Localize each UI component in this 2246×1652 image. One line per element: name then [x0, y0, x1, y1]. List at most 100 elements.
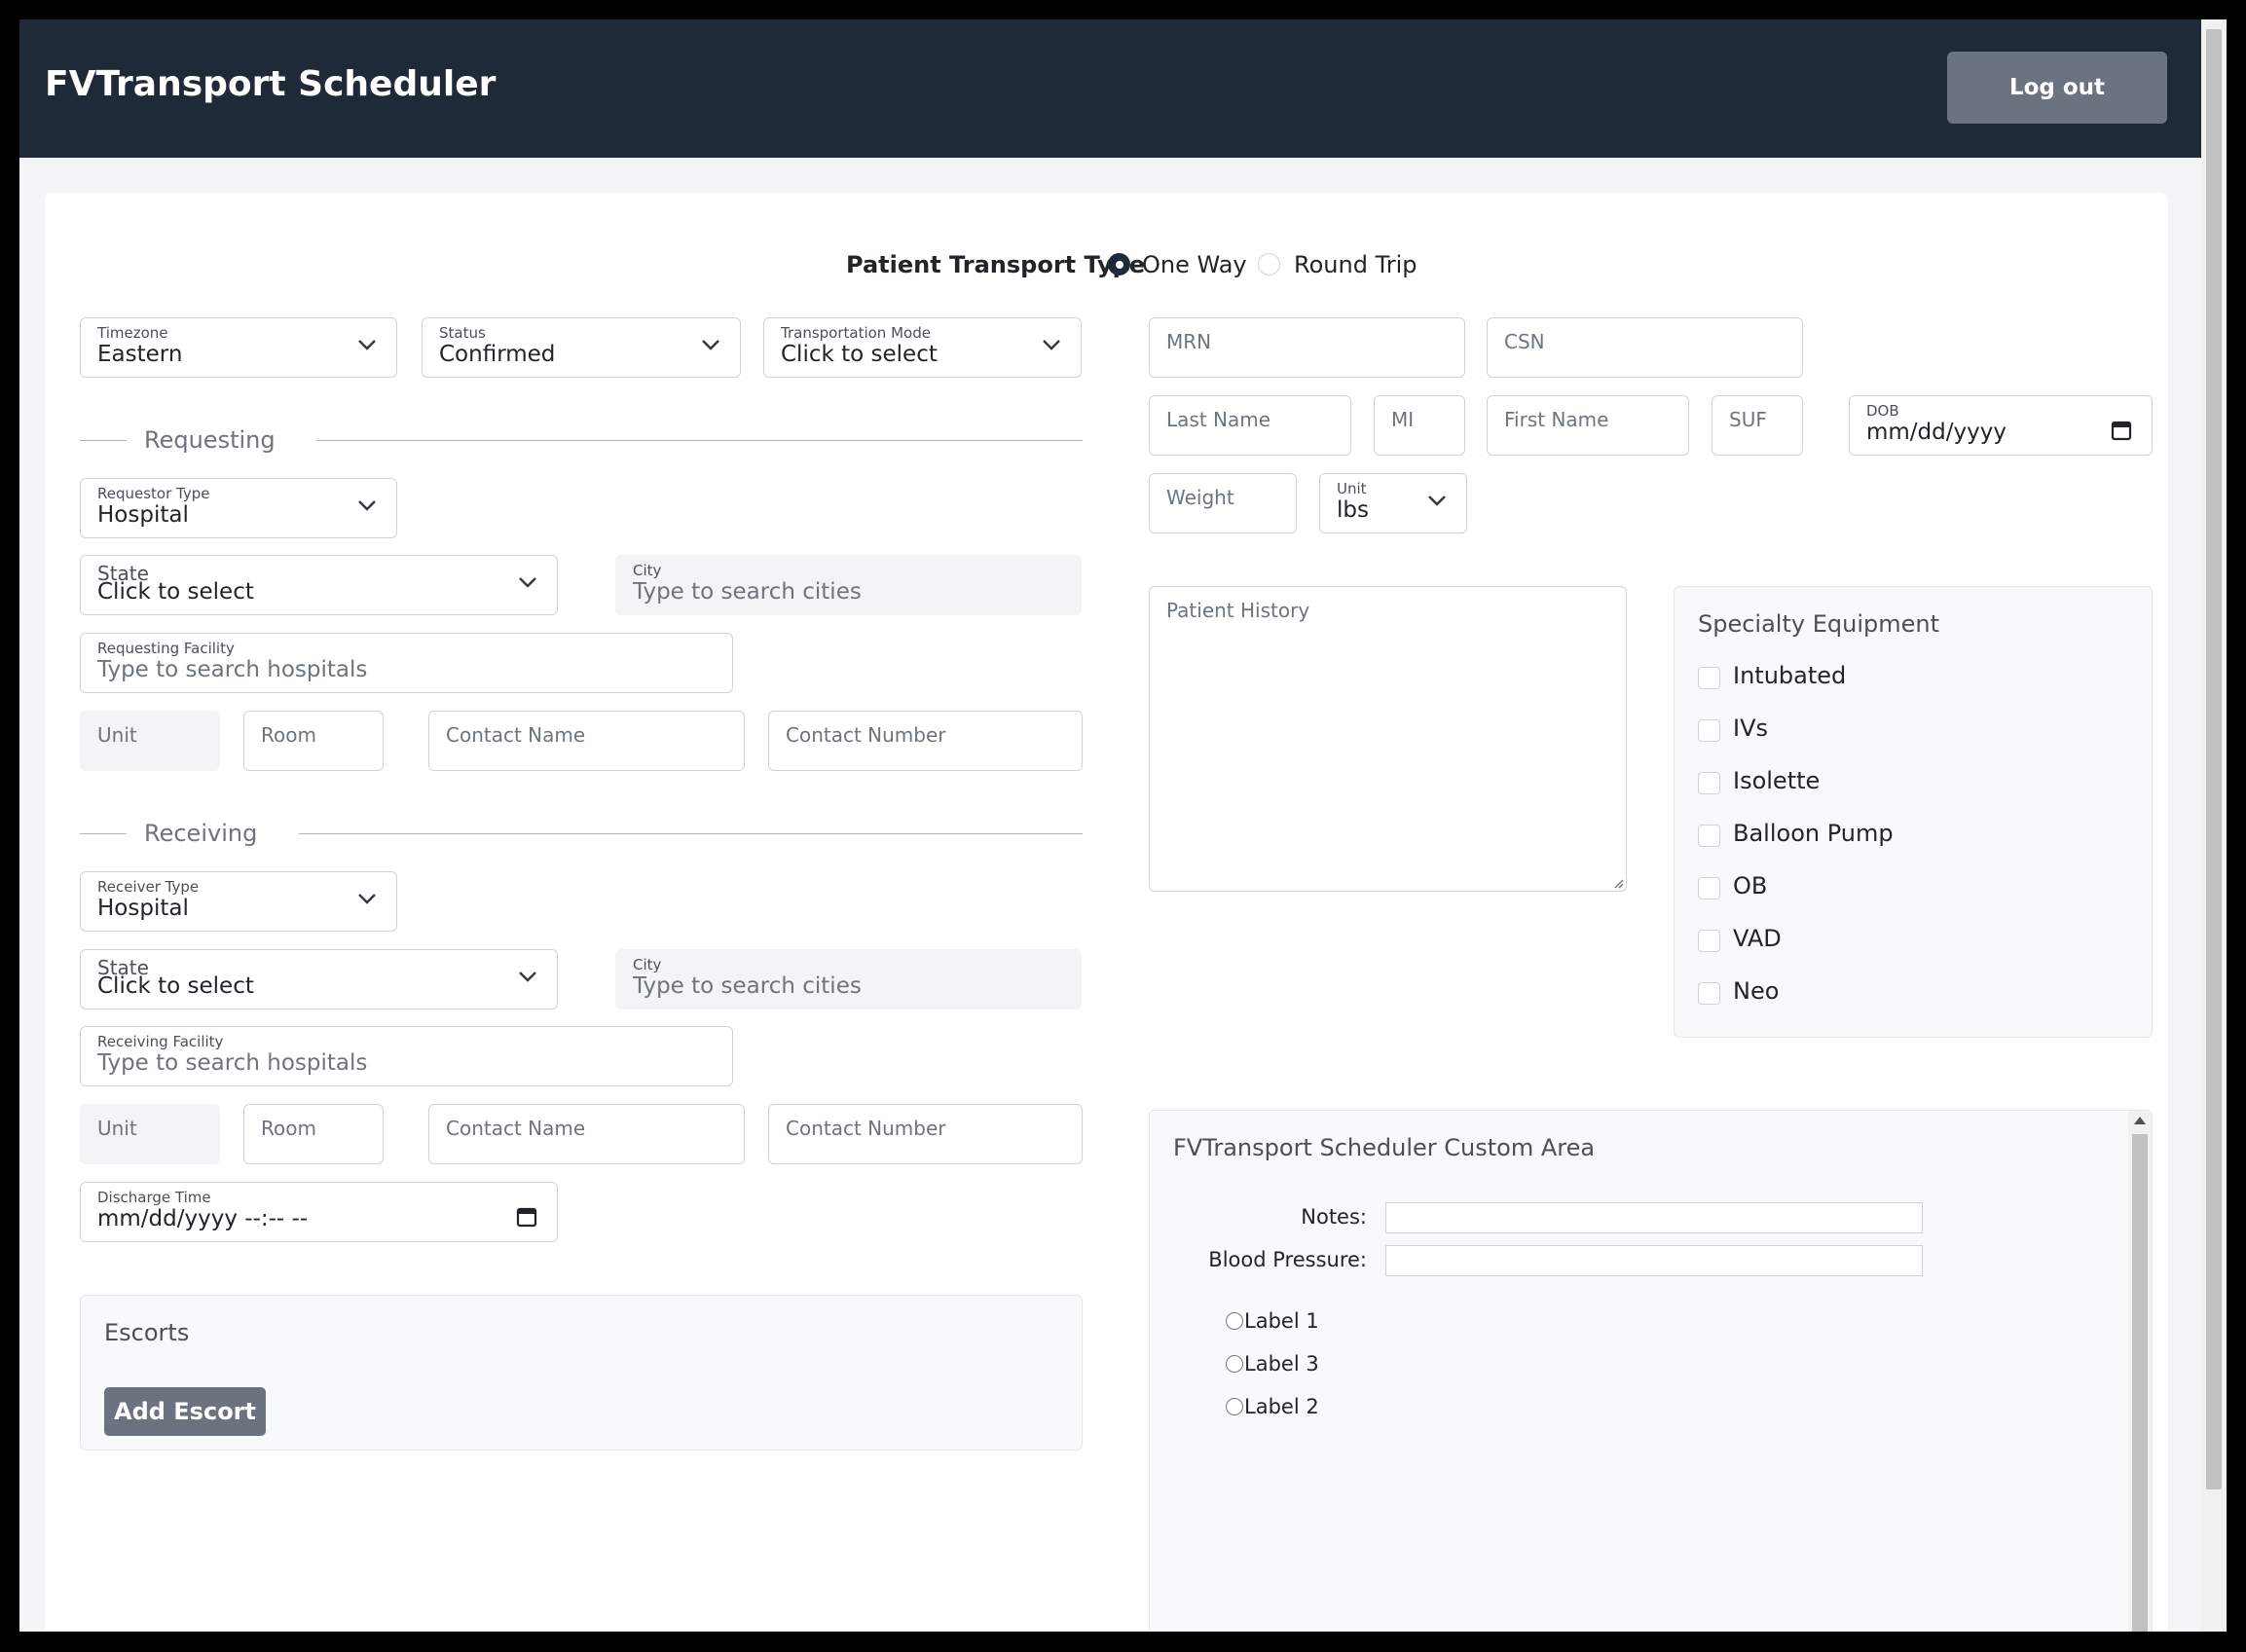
requestor-type-select[interactable]: Requestor Type Hospital — [80, 478, 397, 538]
custom-area-title: FVTransport Scheduler Custom Area — [1173, 1134, 1596, 1161]
weight-input[interactable]: Weight — [1149, 473, 1297, 533]
chevron-down-icon — [1043, 340, 1060, 350]
mrn-input[interactable]: MRN — [1149, 317, 1465, 378]
receiving-contact-number-input[interactable]: Contact Number — [768, 1104, 1083, 1164]
checkbox-ivs-label[interactable]: IVs — [1733, 715, 1768, 742]
requesting-facility-placeholder: Type to search hospitals — [97, 657, 368, 682]
custom-radio-label-2-text[interactable]: Label 2 — [1244, 1395, 1319, 1418]
receiving-room-input[interactable]: Room — [243, 1104, 384, 1164]
radio-one-way[interactable] — [1108, 253, 1130, 275]
weight-unit-label: Unit — [1337, 480, 1367, 497]
radio-one-way-label[interactable]: One Way — [1142, 251, 1247, 278]
weight-unit-value: lbs — [1337, 497, 1369, 523]
checkbox-isolette[interactable] — [1698, 772, 1720, 794]
weight-unit-select[interactable]: Unit lbs — [1319, 473, 1467, 533]
status-value: Confirmed — [439, 342, 556, 367]
radio-round-trip[interactable] — [1258, 253, 1280, 275]
requesting-city-input[interactable]: City Type to search cities — [615, 555, 1082, 615]
dob-label: DOB — [1866, 402, 1899, 420]
checkbox-intubated-label[interactable]: Intubated — [1733, 662, 1846, 689]
checkbox-ob[interactable] — [1698, 877, 1720, 899]
receiving-facility-placeholder: Type to search hospitals — [97, 1050, 368, 1076]
first-name-input[interactable]: First Name — [1487, 395, 1689, 456]
scroll-up-icon[interactable] — [2134, 1117, 2146, 1124]
radio-round-trip-label[interactable]: Round Trip — [1294, 251, 1417, 278]
checkbox-neo-label[interactable]: Neo — [1733, 977, 1779, 1005]
chevron-down-icon — [358, 894, 376, 904]
receiving-facility-input[interactable]: Receiving Facility Type to search hospit… — [80, 1026, 733, 1086]
chevron-down-icon — [519, 577, 536, 588]
custom-area-scrollbar[interactable] — [2128, 1111, 2152, 1632]
requesting-facility-input[interactable]: Requesting Facility Type to search hospi… — [80, 633, 733, 693]
custom-radio-label-1-text[interactable]: Label 1 — [1244, 1309, 1319, 1333]
calendar-icon[interactable] — [516, 1206, 537, 1228]
receiving-state-select[interactable]: State Click to select — [80, 949, 558, 1010]
timezone-select[interactable]: Timezone Eastern — [80, 317, 397, 378]
page-scrollbar[interactable] — [2201, 19, 2227, 1632]
receiving-city-input[interactable]: City Type to search cities — [615, 949, 1082, 1010]
calendar-icon[interactable] — [2111, 420, 2132, 441]
custom-radio-label-3-text[interactable]: Label 3 — [1244, 1352, 1319, 1376]
checkbox-neo[interactable] — [1698, 982, 1720, 1005]
scrollbar-thumb[interactable] — [2132, 1134, 2148, 1632]
page-scrollbar-thumb[interactable] — [2206, 29, 2222, 1489]
discharge-time-label: Discharge Time — [97, 1189, 211, 1206]
checkbox-ivs[interactable] — [1698, 719, 1720, 742]
requesting-room-input[interactable]: Room — [243, 711, 384, 771]
receiving-unit-input[interactable]: Unit — [80, 1104, 220, 1164]
add-escort-button[interactable]: Add Escort — [104, 1387, 266, 1436]
discharge-time-input[interactable]: Discharge Time mm/dd/yyyy --:-- -- — [80, 1182, 558, 1242]
escorts-panel: Escorts Add Escort — [80, 1295, 1083, 1450]
transport-mode-select[interactable]: Transportation Mode Click to select — [763, 317, 1082, 378]
resize-handle-icon[interactable] — [1612, 877, 1624, 889]
checkbox-vad[interactable] — [1698, 930, 1720, 952]
requesting-contact-name-label: Contact Name — [446, 723, 586, 747]
requesting-contact-number-input[interactable]: Contact Number — [768, 711, 1083, 771]
blood-pressure-label: Blood Pressure: — [1208, 1248, 1367, 1271]
specialty-equipment-title: Specialty Equipment — [1698, 610, 1939, 638]
chevron-down-icon — [358, 340, 376, 350]
receiving-contact-name-input[interactable]: Contact Name — [428, 1104, 745, 1164]
requesting-section-header: Requesting — [80, 426, 1083, 456]
receiving-state-value: Click to select — [97, 973, 254, 999]
receiving-city-placeholder: Type to search cities — [633, 973, 862, 999]
dob-input[interactable]: DOB mm/dd/yyyy — [1849, 395, 2153, 456]
receiving-section-header: Receiving — [80, 820, 1083, 849]
requesting-city-placeholder: Type to search cities — [633, 579, 862, 605]
transport-mode-label: Transportation Mode — [781, 324, 931, 342]
status-select[interactable]: Status Confirmed — [422, 317, 741, 378]
requesting-state-select[interactable]: State Click to select — [80, 555, 558, 615]
logout-button[interactable]: Log out — [1947, 52, 2167, 124]
requesting-contact-name-input[interactable]: Contact Name — [428, 711, 745, 771]
requestor-type-label: Requestor Type — [97, 485, 210, 502]
last-name-input[interactable]: Last Name — [1149, 395, 1351, 456]
custom-radio-label-1[interactable] — [1226, 1312, 1243, 1330]
checkbox-isolette-label[interactable]: Isolette — [1733, 767, 1820, 794]
receiving-title: Receiving — [144, 820, 258, 847]
notes-input[interactable] — [1385, 1202, 1923, 1233]
csn-input[interactable]: CSN — [1487, 317, 1803, 378]
browser-viewport: FVTransport Scheduler Log out Patient Tr… — [19, 19, 2201, 1632]
checkbox-intubated[interactable] — [1698, 667, 1720, 689]
custom-radio-label-2[interactable] — [1226, 1398, 1243, 1415]
requestor-type-value: Hospital — [97, 502, 189, 528]
custom-area-panel[interactable]: FVTransport Scheduler Custom Area Notes:… — [1149, 1110, 2153, 1632]
timezone-label: Timezone — [97, 324, 168, 342]
custom-radio-label-3[interactable] — [1226, 1355, 1243, 1373]
blood-pressure-input[interactable] — [1385, 1245, 1923, 1276]
requesting-facility-label: Requesting Facility — [97, 640, 235, 657]
patient-history-textarea[interactable]: Patient History — [1149, 586, 1627, 892]
checkbox-balloon-pump-label[interactable]: Balloon Pump — [1733, 820, 1894, 847]
checkbox-vad-label[interactable]: VAD — [1733, 925, 1782, 952]
mi-input[interactable]: MI — [1374, 395, 1465, 456]
receiver-type-select[interactable]: Receiver Type Hospital — [80, 871, 397, 932]
requesting-unit-input[interactable]: Unit — [80, 711, 220, 771]
suffix-input[interactable]: SUF — [1712, 395, 1803, 456]
weight-label: Weight — [1166, 486, 1234, 509]
checkbox-ob-label[interactable]: OB — [1733, 872, 1767, 899]
checkbox-balloon-pump[interactable] — [1698, 825, 1720, 847]
dob-value: mm/dd/yyyy — [1866, 420, 2007, 445]
mrn-label: MRN — [1166, 330, 1212, 353]
requesting-title: Requesting — [144, 426, 276, 454]
discharge-time-value: mm/dd/yyyy --:-- -- — [97, 1206, 309, 1231]
